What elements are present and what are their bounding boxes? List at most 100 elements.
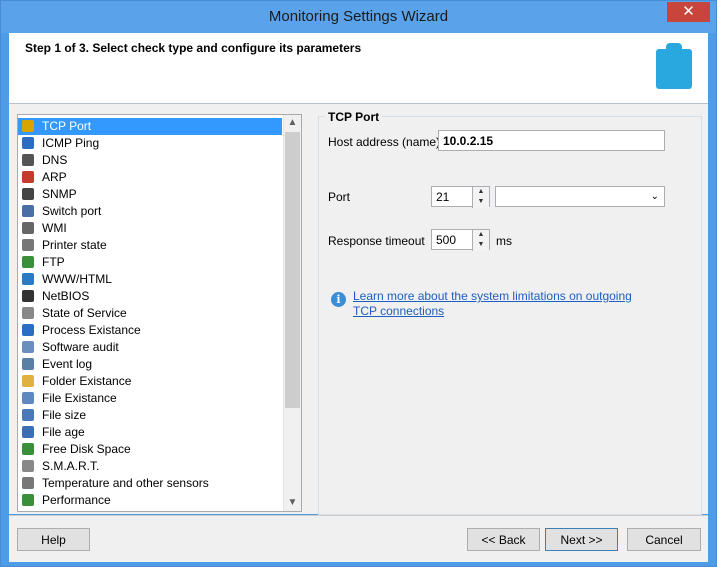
list-item[interactable]: Event log — [18, 356, 282, 373]
list-item[interactable]: Free Disk Space — [18, 441, 282, 458]
folder-icon — [20, 373, 36, 389]
list-item-label: WWW/HTML — [42, 272, 112, 286]
list-item-label: FTP — [42, 255, 65, 269]
group-title: TCP Port — [325, 110, 383, 124]
calendar-icon — [20, 424, 36, 440]
list-item[interactable]: Folder Existance — [18, 373, 282, 390]
list-item[interactable]: WMI — [18, 220, 282, 237]
step-title: Step 1 of 3. Select check type and confi… — [25, 41, 362, 55]
disk-icon — [20, 441, 36, 457]
timeout-label: Response timeout — [328, 234, 425, 248]
list-item[interactable]: SNMP — [18, 186, 282, 203]
scroll-down-icon[interactable]: ▼ — [284, 495, 301, 511]
timeout-stepper[interactable]: 500 ▲ ▼ — [431, 229, 490, 251]
list-item[interactable]: Process Existance — [18, 322, 282, 339]
switch-port-icon — [20, 203, 36, 219]
list-item-label: Switch port — [42, 204, 102, 218]
list-item-label: S.M.A.R.T. — [42, 459, 100, 473]
port-stepper[interactable]: 21 ▲ ▼ — [431, 186, 490, 208]
cancel-button[interactable]: Cancel — [627, 528, 701, 551]
timeout-value: 500 — [436, 233, 457, 247]
port-spin[interactable]: ▲ ▼ — [472, 187, 489, 208]
list-item[interactable]: TCP Port — [18, 118, 282, 135]
timeout-unit: ms — [496, 234, 512, 248]
wizard-header: Step 1 of 3. Select check type and confi… — [9, 33, 708, 104]
scroll-up-icon[interactable]: ▲ — [284, 115, 301, 131]
list-item-label: Event log — [42, 357, 93, 371]
list-item-label: WMI — [42, 221, 67, 235]
spin-down-icon[interactable]: ▼ — [473, 197, 489, 207]
list-item-label: Free Disk Space — [42, 442, 131, 456]
sensor-icon — [20, 475, 36, 491]
spin-down-icon[interactable]: ▼ — [473, 240, 489, 250]
list-item-label: File age — [42, 425, 85, 439]
list-item-label: TCP Port — [42, 119, 92, 133]
timeout-spin[interactable]: ▲ ▼ — [472, 230, 489, 251]
list-item[interactable]: Printer state — [18, 237, 282, 254]
list-item[interactable]: ARP — [18, 169, 282, 186]
spin-up-icon[interactable]: ▲ — [473, 230, 489, 240]
list-item[interactable]: Switch port — [18, 203, 282, 220]
spin-up-icon[interactable]: ▲ — [473, 187, 489, 197]
list-item[interactable]: ICMP Ping — [18, 135, 282, 152]
title-bar: Monitoring Settings Wizard ✕ — [1, 1, 716, 33]
list-item[interactable]: File size — [18, 407, 282, 424]
chevron-down-icon: ⌄ — [650, 191, 659, 202]
port-label: Port — [328, 190, 351, 204]
list-item-label: File size — [42, 408, 87, 422]
list-item[interactable]: File Existance — [18, 390, 282, 407]
info-icon: i — [331, 292, 346, 307]
list-item-label: ICMP Ping — [42, 136, 100, 150]
snmp-icon — [20, 186, 36, 202]
back-button[interactable]: << Back — [467, 528, 540, 551]
close-button[interactable]: ✕ — [667, 2, 710, 22]
list-item[interactable]: Temperature and other sensors — [18, 475, 282, 492]
host-label: Host address (name) — [328, 135, 441, 149]
wmi-icon — [20, 220, 36, 236]
list-item-label: Process Existance — [42, 323, 141, 337]
arp-icon — [20, 169, 36, 185]
tcp-port-settings: TCP Port Host address (name) 10.0.2.15 P… — [318, 110, 702, 515]
list-item-label: ARP — [42, 170, 67, 184]
file-size-icon — [20, 407, 36, 423]
list-item[interactable]: Performance — [18, 492, 282, 509]
list-item[interactable]: Software audit — [18, 339, 282, 356]
tcp-port-icon — [20, 118, 36, 134]
process-icon — [20, 322, 36, 338]
scroll-thumb[interactable] — [285, 132, 300, 408]
list-item[interactable]: File age — [18, 424, 282, 441]
list-scrollbar[interactable]: ▲ ▼ — [283, 115, 301, 511]
list-item[interactable]: FTP — [18, 254, 282, 271]
list-item[interactable]: WWW/HTML — [18, 271, 282, 288]
netbios-icon — [20, 288, 36, 304]
globe-icon — [20, 271, 36, 287]
printer-icon — [20, 237, 36, 253]
wizard-window: Monitoring Settings Wizard ✕ Step 1 of 3… — [0, 0, 717, 567]
software-audit-icon — [20, 339, 36, 355]
list-item[interactable]: DNS — [18, 152, 282, 169]
host-address-value: 10.0.2.15 — [443, 134, 494, 148]
list-item-label: Temperature and other sensors — [42, 476, 209, 490]
list-item[interactable]: NetBIOS — [18, 288, 282, 305]
list-item-label: File Existance — [42, 391, 117, 405]
chip-icon — [20, 492, 36, 508]
list-item-label: DNS — [42, 153, 68, 167]
next-button[interactable]: Next >> — [545, 528, 618, 551]
port-service-dropdown[interactable]: ⌄ — [495, 186, 665, 207]
dns-icon — [20, 152, 36, 168]
list-item[interactable]: State of Service — [18, 305, 282, 322]
list-item-label: NetBIOS — [42, 289, 90, 303]
help-button[interactable]: Help — [17, 528, 90, 551]
list-item-label: Printer state — [42, 238, 107, 252]
gear-icon — [20, 305, 36, 321]
host-address-input[interactable]: 10.0.2.15 — [438, 130, 665, 151]
list-item-label: SNMP — [42, 187, 77, 201]
limitations-link[interactable]: Learn more about the system limitations … — [353, 289, 653, 319]
list-item[interactable]: S.M.A.R.T. — [18, 458, 282, 475]
port-value: 21 — [436, 190, 450, 204]
window-title: Monitoring Settings Wizard — [268, 8, 449, 25]
hard-drive-icon — [20, 458, 36, 474]
content-area: TCP Port ICMP Ping DNS ARP SNMP Switch port WM… — [9, 104, 708, 515]
check-type-list[interactable]: TCP Port ICMP Ping DNS ARP SNMP Switch port WM… — [17, 114, 302, 512]
icmp-ping-icon — [20, 135, 36, 151]
